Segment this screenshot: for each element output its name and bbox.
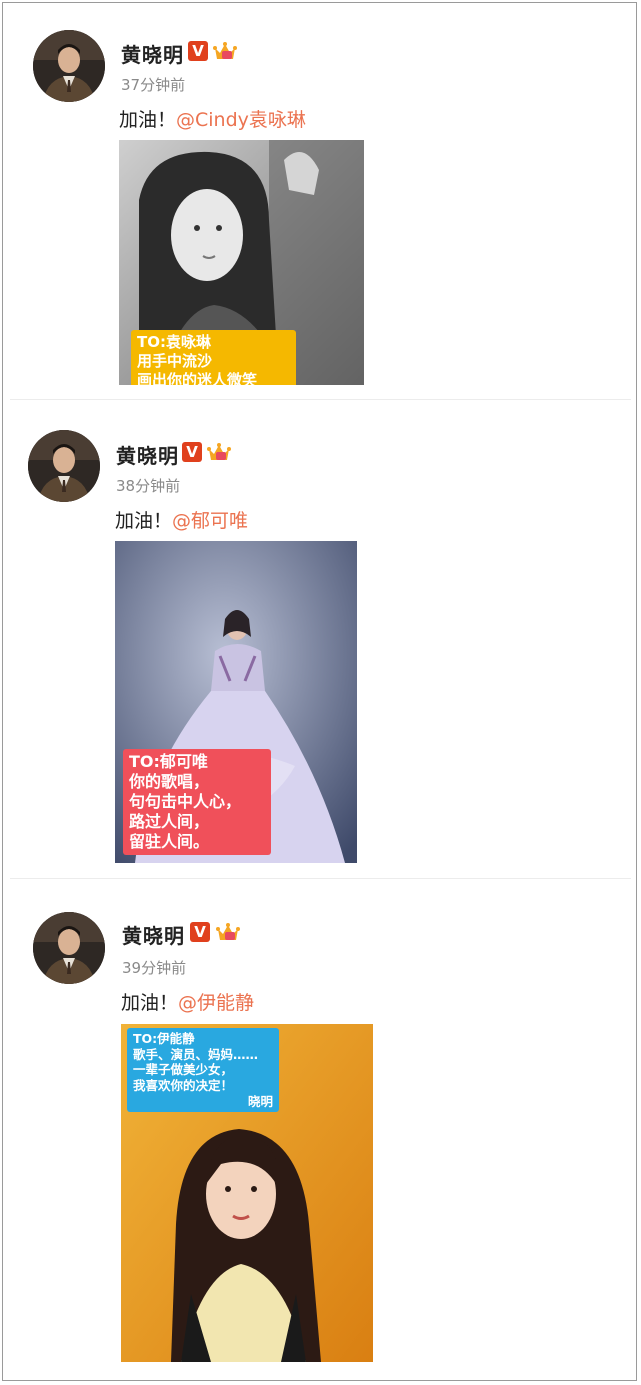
post-text-prefix: 加油！: [121, 992, 179, 1014]
caption-line: 我喜欢你的决定！: [133, 1077, 234, 1093]
post-photo[interactable]: TO:郁可唯 你的歌唱， 句句击中人心， 路过人间， 留驻人间。: [115, 541, 357, 863]
caption-line: 用手中流沙: [137, 351, 213, 370]
post-divider: [10, 399, 631, 400]
photo-caption: TO:袁咏琳 用手中流沙 画出你的迷人微笑: [131, 330, 296, 385]
caption-line: 句句击中人心，: [129, 792, 242, 811]
mention-link[interactable]: @伊能静: [178, 992, 254, 1014]
caption-line: 留驻人间。: [129, 832, 210, 851]
author-name[interactable]: 黄晓明: [116, 440, 179, 469]
author-name[interactable]: 黄晓明: [122, 920, 185, 949]
post-divider: [10, 878, 631, 879]
caption-line: 歌手、演员、妈妈……: [133, 1046, 259, 1062]
author-avatar[interactable]: [28, 430, 100, 502]
caption-line: 一辈子做美少女，: [133, 1062, 234, 1078]
post-text: 加油！@Cindy袁咏琳: [119, 105, 306, 132]
caption-line: TO:郁可唯: [129, 752, 208, 771]
member-crown-icon: [207, 443, 231, 460]
author-name[interactable]: 黄晓明: [121, 39, 184, 68]
caption-line: TO:袁咏琳: [137, 333, 211, 351]
caption-line: 路过人间，: [129, 812, 210, 831]
caption-line: 你的歌唱，: [129, 772, 210, 791]
caption-line: TO:伊能静: [133, 1031, 195, 1046]
post-photo[interactable]: TO:袁咏琳 用手中流沙 画出你的迷人微笑: [119, 140, 364, 385]
photo-caption: TO:郁可唯 你的歌唱， 句句击中人心， 路过人间， 留驻人间。: [123, 749, 271, 855]
verified-v-icon: V: [190, 922, 210, 942]
post-text: 加油！@伊能静: [121, 988, 254, 1015]
post-time: 37分钟前: [121, 76, 186, 94]
post-photo[interactable]: TO:伊能静 歌手、演员、妈妈…… 一辈子做美少女， 我喜欢你的决定！ 晓明: [121, 1024, 373, 1362]
verified-v-icon: V: [182, 442, 202, 462]
member-crown-icon: [213, 42, 237, 59]
verified-v-icon: V: [188, 41, 208, 61]
author-avatar[interactable]: [33, 30, 105, 102]
author-avatar[interactable]: [33, 912, 105, 984]
mention-link[interactable]: @Cindy袁咏琳: [176, 109, 306, 131]
mention-link[interactable]: @郁可唯: [172, 510, 248, 532]
post-text-prefix: 加油！: [119, 109, 177, 131]
photo-caption: TO:伊能静 歌手、演员、妈妈…… 一辈子做美少女， 我喜欢你的决定！ 晓明: [127, 1028, 279, 1113]
post-text: 加油！@郁可唯: [115, 506, 248, 533]
member-crown-icon: [216, 923, 240, 940]
caption-line: 画出你的迷人微笑: [137, 370, 258, 386]
post-time: 39分钟前: [122, 959, 187, 977]
caption-line: 晓明: [247, 1093, 273, 1109]
post-text-prefix: 加油！: [115, 510, 173, 532]
post-time: 38分钟前: [116, 477, 181, 495]
